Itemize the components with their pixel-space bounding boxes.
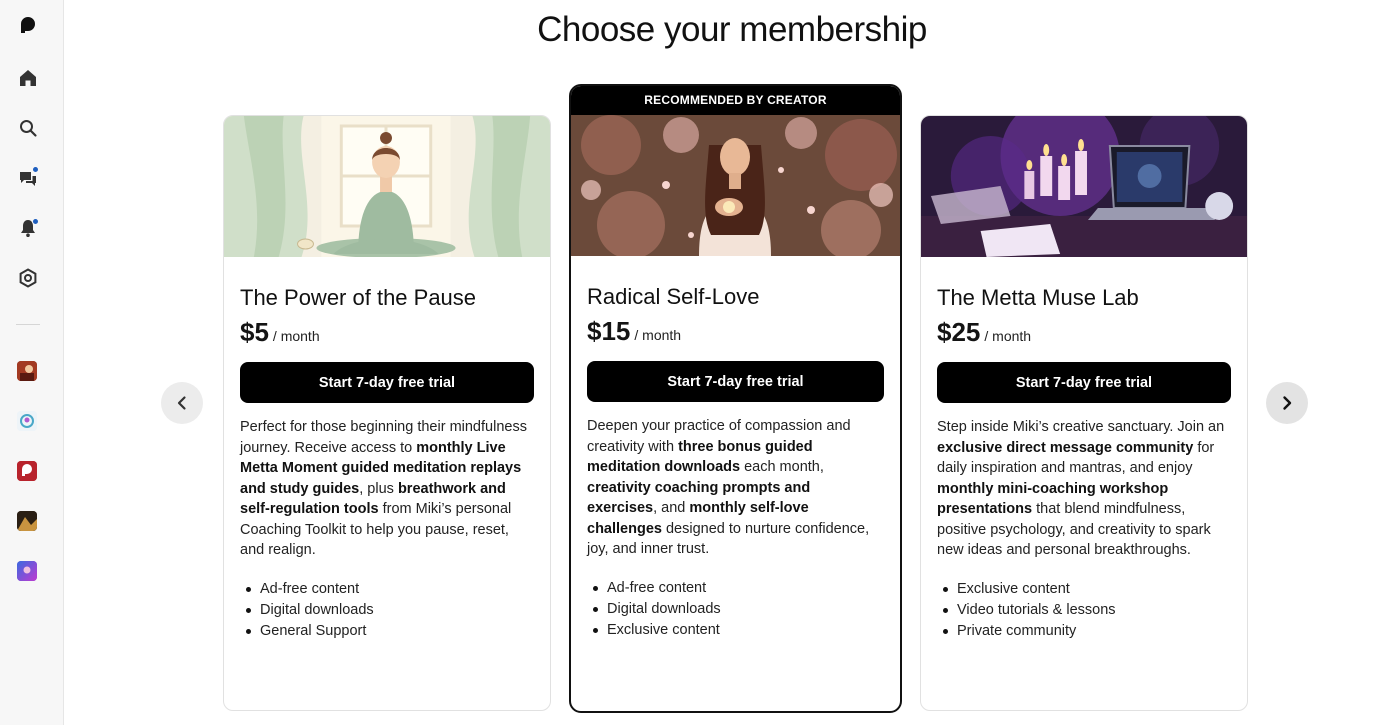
tier-benefits-list: Exclusive content Video tutorials & less…	[937, 579, 1231, 642]
benefit-item: Exclusive content	[587, 620, 884, 641]
chat-icon[interactable]	[14, 164, 42, 192]
carousel-prev-button[interactable]	[161, 382, 203, 424]
chevron-right-icon	[1283, 396, 1292, 410]
benefit-item: Ad-free content	[240, 579, 534, 600]
start-trial-button[interactable]: Start 7-day free trial	[937, 362, 1231, 403]
tier-description: Perfect for those beginning their mindfu…	[240, 417, 534, 561]
creator-avatar-5[interactable]	[17, 561, 37, 581]
tier-card-metta-muse-lab: The Metta Muse Lab $25 / month Start 7-d…	[920, 115, 1248, 711]
tier-image-meditation	[224, 116, 550, 257]
tier-card-power-of-pause: The Power of the Pause $5 / month Start …	[223, 115, 551, 711]
tier-image-candles-laptop	[921, 116, 1247, 257]
tier-description: Step inside Miki’s creative sanctuary. J…	[937, 417, 1231, 561]
carousel-next-button[interactable]	[1266, 382, 1308, 424]
benefit-item: General Support	[240, 621, 534, 642]
tier-title: Radical Self-Love	[587, 284, 760, 309]
sidebar	[0, 0, 64, 725]
bell-icon[interactable]	[14, 214, 42, 242]
sidebar-divider	[16, 324, 40, 325]
description-highlight: exclusive direct message community	[937, 439, 1194, 456]
benefit-item: Private community	[937, 621, 1231, 642]
tier-card-radical-self-love: RECOMMENDED BY CREATOR Radical Self-Love	[569, 84, 902, 713]
tier-benefits-list: Ad-free content Digital downloads Exclus…	[587, 578, 884, 641]
tier-period: / month	[272, 328, 320, 344]
tier-price: $15	[587, 316, 631, 346]
chat-notification-dot	[32, 166, 39, 173]
tier-title: The Power of the Pause	[240, 285, 477, 310]
creator-avatar-2[interactable]	[17, 411, 37, 431]
bell-notification-dot	[32, 218, 39, 225]
tier-period: / month	[984, 328, 1032, 344]
search-icon[interactable]	[14, 114, 42, 142]
tier-description: Deepen your practice of compassion and c…	[587, 416, 884, 560]
description-text: , plus	[359, 480, 398, 497]
tier-price: $25	[937, 317, 981, 347]
tier-benefits-list: Ad-free content Digital downloads Genera…	[240, 579, 534, 642]
benefit-item: Video tutorials & lessons	[937, 600, 1231, 621]
creator-avatar-1[interactable]	[17, 361, 37, 381]
description-text: each month,	[740, 459, 824, 475]
chevron-left-icon	[177, 396, 186, 410]
creator-avatar-4[interactable]	[17, 511, 37, 531]
patreon-logo-icon[interactable]	[14, 11, 42, 39]
start-trial-button[interactable]: Start 7-day free trial	[240, 362, 534, 403]
tier-title: The Metta Muse Lab	[937, 285, 1139, 310]
description-text: , and	[653, 500, 690, 516]
benefit-item: Ad-free content	[587, 578, 884, 599]
tier-image-woman-petals	[571, 115, 900, 256]
benefit-item: Digital downloads	[240, 600, 534, 621]
tier-period: / month	[634, 327, 682, 343]
description-text: Step inside Miki’s creative sanctuary. J…	[937, 419, 1225, 435]
benefit-item: Digital downloads	[587, 599, 884, 620]
tier-price: $5	[240, 317, 269, 347]
benefit-item: Exclusive content	[937, 579, 1231, 600]
page-title: Choose your membership	[537, 10, 927, 49]
home-icon[interactable]	[14, 64, 42, 92]
start-trial-button[interactable]: Start 7-day free trial	[587, 361, 884, 402]
creator-avatar-3[interactable]	[17, 461, 37, 481]
recommended-banner: RECOMMENDED BY CREATOR	[571, 86, 900, 115]
settings-icon[interactable]	[14, 264, 42, 292]
